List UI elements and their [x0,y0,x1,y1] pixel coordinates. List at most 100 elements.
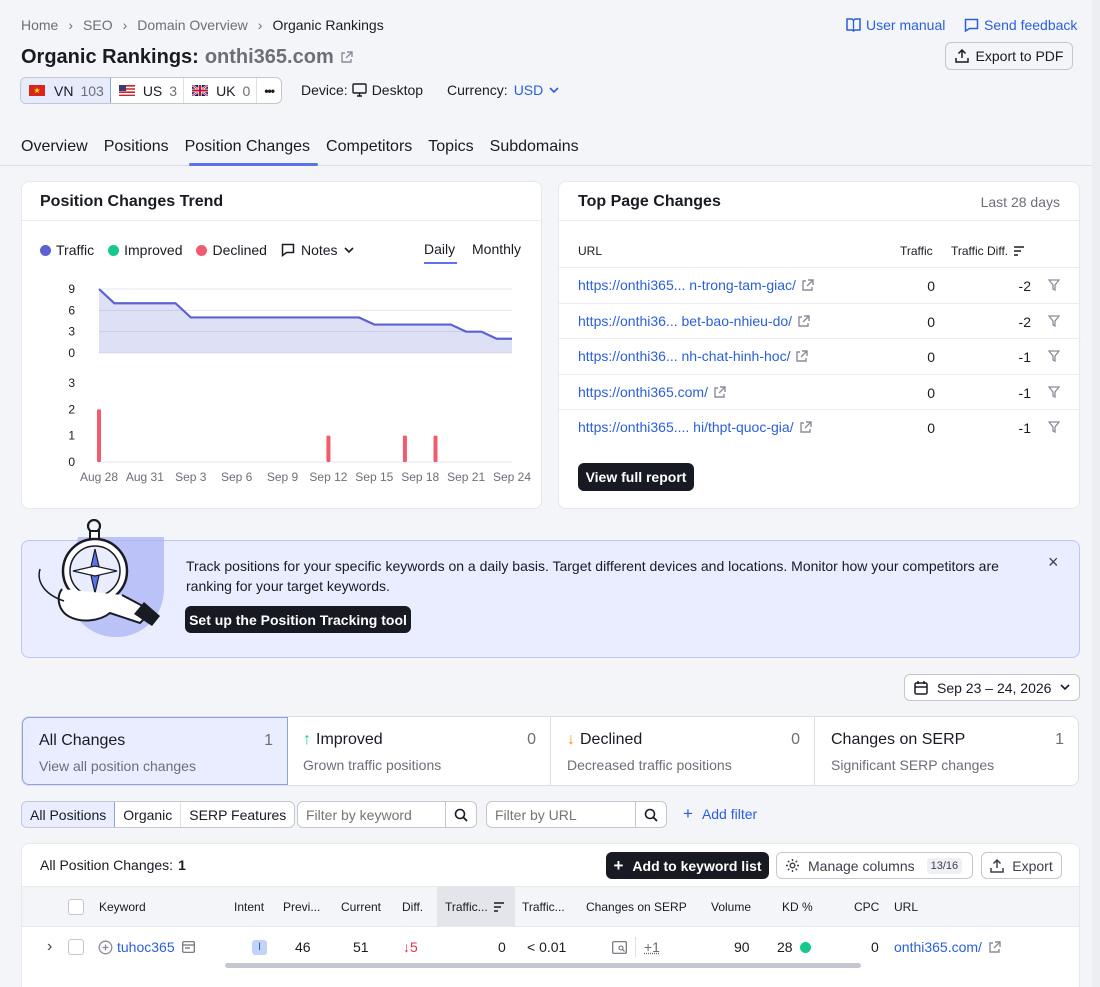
top-page-diff: -1 [1019,349,1031,365]
declined-bar [326,436,330,462]
tab-topics[interactable]: Topics [428,138,473,156]
monthly-toggle[interactable]: Monthly [472,241,521,257]
device-selector[interactable]: Device: Desktop [301,81,423,99]
summary-cards: All Changes 1 View all position changes … [21,716,1079,786]
col-intent[interactable]: Intent [234,887,264,927]
top-page-url-link[interactable]: https://onthi36... bet-bao-nhieu-do/ [578,313,792,329]
col-kd[interactable]: KD % [782,887,813,927]
breadcrumb-domain-overview[interactable]: Domain Overview [137,17,247,33]
external-link-icon[interactable] [988,941,1001,954]
col-keyword[interactable]: Keyword [99,887,146,927]
url-link[interactable]: onthi365.com/ [894,927,982,967]
external-link-icon[interactable] [801,279,814,292]
tab-positions[interactable]: Positions [104,138,169,156]
col-cpc[interactable]: CPC [854,887,879,927]
col-traffic-percent[interactable]: Traffic... [522,887,565,927]
col-traffic-sorted[interactable]: Traffic... [437,887,515,927]
filter-icon[interactable] [1048,350,1060,362]
top-page-row: https://onthi365... n-trong-tam-giac/0 -2 [559,267,1081,303]
external-link-icon[interactable] [340,51,353,64]
plus-icon: + [683,807,693,821]
user-manual-link[interactable]: User manual [846,16,945,34]
expand-row-chevron-icon[interactable]: › [47,927,52,967]
notes-dropdown[interactable]: Notes [281,242,354,258]
summary-card-all-changes[interactable]: All Changes 1 View all position changes [22,717,288,785]
top-page-url-link[interactable]: https://onthi365.com/ [578,384,708,400]
keyword-search-button[interactable] [446,802,476,827]
export-pdf-button[interactable]: Export to PDF [945,42,1073,70]
external-link-icon[interactable] [713,386,726,399]
external-link-icon[interactable] [797,315,810,328]
col-current[interactable]: Current [341,887,381,927]
col-previous[interactable]: Previ... [283,887,320,927]
plus-icon: + [613,856,623,876]
database-us[interactable]: US 3 [111,78,184,103]
summary-card-title: Changes on SERP [831,731,965,749]
export-button[interactable]: Export [981,852,1062,879]
col-diff[interactable]: Diff. [402,887,423,927]
top-page-url-link[interactable]: https://onthi365.... hi/thpt-quoc-gia/ [578,419,794,435]
serp-snapshot-icon[interactable] [182,941,195,953]
database-uk[interactable]: UK 0 [184,78,257,103]
add-to-keyword-list-label: Add to keyword list [632,858,761,874]
col-volume[interactable]: Volume [711,887,751,927]
summary-card-declined[interactable]: ↓ Declined 0 Decreased traffic positions [551,717,815,785]
legend-declined[interactable]: Declined [196,242,266,258]
send-feedback-link[interactable]: Send feedback [964,16,1077,34]
date-range-picker[interactable]: Sep 23 – 24, 2026 [904,674,1080,701]
top-pages-header-diff[interactable]: Traffic Diff. [951,244,1025,258]
breadcrumb-seo[interactable]: SEO [83,17,113,33]
add-to-keyword-list-button[interactable]: + Add to keyword list [606,852,769,879]
col-url[interactable]: URL [894,887,918,927]
keyword-link[interactable]: tuhoc365 [117,939,175,955]
external-link-icon[interactable] [795,350,808,363]
database-vn[interactable]: VN 103 [21,78,111,103]
summary-card-improved[interactable]: ↑ Improved 0 Grown traffic positions [288,717,551,785]
breadcrumb-home[interactable]: Home [21,17,58,33]
more-databases-button[interactable]: ••• [257,78,281,103]
serp-change-cell[interactable]: +1 [644,927,660,967]
daily-toggle[interactable]: Daily [424,241,455,257]
trend-title: Position Changes Trend [40,193,223,211]
current-cell: 51 [353,927,369,967]
trend-divider [22,220,543,221]
filter-icon[interactable] [1048,421,1060,433]
setup-position-tracking-button[interactable]: Set up the Position Tracking tool [185,606,411,633]
currency-selector[interactable]: Currency: USD [447,81,559,99]
filter-icon[interactable] [1048,315,1060,327]
summary-card-subtitle: Grown traffic positions [303,757,441,773]
top-page-url-link[interactable]: https://onthi365... n-trong-tam-giac/ [578,277,796,293]
banner-close-button[interactable]: × [1048,552,1059,573]
segment-organic[interactable]: Organic [115,802,181,827]
legend-declined-label: Declined [212,242,266,258]
external-link-icon[interactable] [799,421,812,434]
chevron-down-icon [1060,684,1070,691]
url-filter-input[interactable] [487,802,636,827]
manage-columns-button[interactable]: Manage columns 13/16 [776,852,973,879]
view-full-report-button[interactable]: View full report [578,463,694,491]
legend-improved[interactable]: Improved [108,242,182,258]
horizontal-scrollbar[interactable] [225,963,861,968]
summary-card-serp[interactable]: Changes on SERP 1 Significant SERP chang… [815,717,1078,785]
filter-icon[interactable] [1048,386,1060,398]
col-changes-on-serp[interactable]: Changes on SERP [586,887,687,927]
url-search-button[interactable] [636,802,666,827]
trend-legend: Traffic Improved Declined Notes [40,241,354,259]
legend-traffic[interactable]: Traffic [40,242,94,258]
select-all-checkbox[interactable] [68,899,84,915]
tab-competitors[interactable]: Competitors [326,138,412,156]
filter-icon[interactable] [1048,279,1060,291]
keyword-filter-input[interactable] [298,802,446,827]
tab-position-changes[interactable]: Position Changes [185,138,310,156]
row-checkbox[interactable] [68,939,84,955]
page-title-domain[interactable]: onthi365.com [205,46,334,69]
serp-features-icon[interactable] [612,941,627,954]
add-circle-icon[interactable] [98,940,113,955]
tab-overview[interactable]: Overview [21,138,88,156]
top-page-url-link[interactable]: https://onthi36... nh-chat-hinh-hoc/ [578,348,790,364]
segment-all-positions[interactable]: All Positions [22,802,115,827]
x-tick-label: Sep 3 [175,470,207,484]
segment-serp-features[interactable]: SERP Features [181,802,294,827]
tab-subdomains[interactable]: Subdomains [490,138,579,156]
add-filter-button[interactable]: + Add filter [683,805,757,823]
